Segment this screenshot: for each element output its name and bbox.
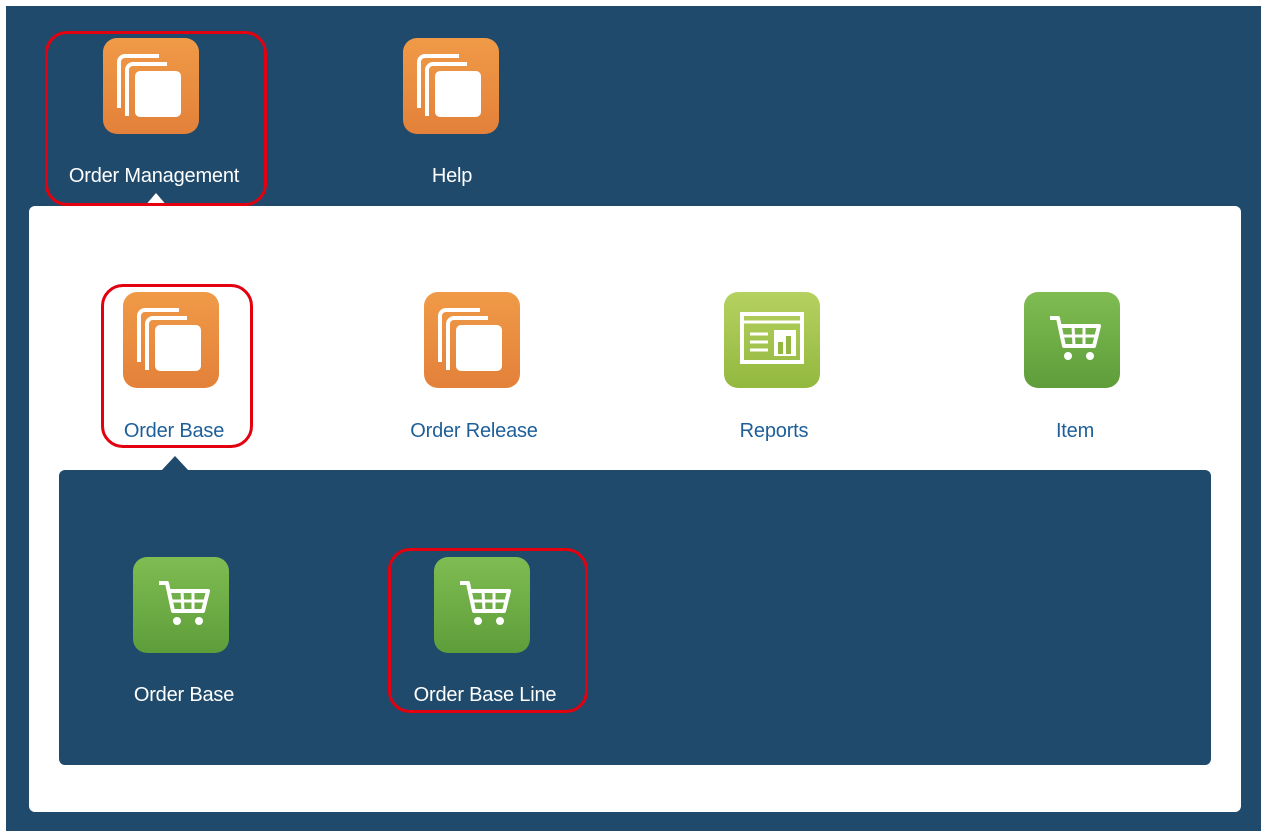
submenu-panel	[59, 470, 1211, 765]
order-release-tile[interactable]	[424, 292, 520, 388]
item-tile[interactable]	[1024, 292, 1120, 388]
shopping-cart-icon	[157, 581, 210, 627]
help-tile[interactable]	[403, 38, 499, 134]
order-release-label[interactable]: Order Release	[410, 420, 538, 443]
report-icon	[740, 312, 804, 364]
highlight-order-base-line	[388, 548, 588, 713]
submenu-caret	[161, 456, 189, 471]
stacked-pages-icon	[417, 54, 483, 119]
highlight-order-base	[101, 284, 253, 448]
order-base-sub-label[interactable]: Order Base	[134, 684, 234, 707]
help-label[interactable]: Help	[432, 165, 473, 188]
item-label[interactable]: Item	[1056, 420, 1094, 443]
order-base-sub-tile[interactable]	[133, 557, 229, 653]
shopping-cart-icon	[1048, 316, 1101, 362]
stacked-pages-icon	[438, 308, 504, 373]
reports-tile[interactable]	[724, 292, 820, 388]
reports-label[interactable]: Reports	[740, 420, 809, 443]
highlight-order-management	[45, 31, 267, 206]
